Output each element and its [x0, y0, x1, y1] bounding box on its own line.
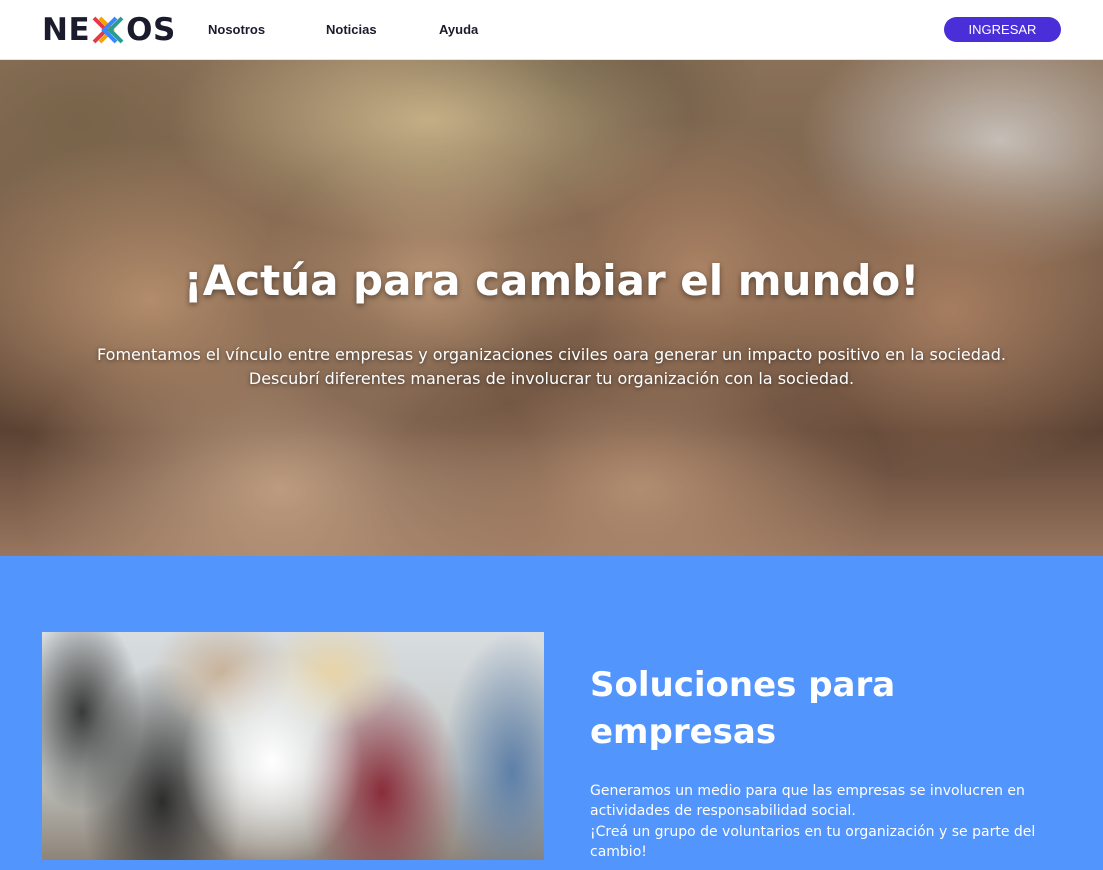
logo-text-left: NE	[42, 12, 91, 48]
hero-subtitle-line1: Fomentamos el vínculo entre empresas y o…	[97, 345, 1006, 364]
hero-image-overlay	[0, 60, 1103, 556]
team-photo	[42, 632, 544, 860]
logo-x-mark-icon	[92, 16, 124, 44]
nexos-logo[interactable]: NE OS	[42, 12, 176, 48]
hero-subtitle-line2: Descubrí diferentes maneras de involucra…	[248, 369, 855, 388]
solutions-title: Soluciones para empresas	[590, 665, 896, 752]
nav-link-nosotros[interactable]: Nosotros	[208, 22, 265, 37]
solutions-paragraph-2: ¡Creá un grupo de voluntarios en tu orga…	[590, 824, 1036, 860]
solutions-section: Soluciones para empresas Generamos un me…	[0, 556, 1103, 870]
hero-banner: ¡Actúa para cambiar el mundo! Fomentamos…	[0, 60, 1103, 556]
solutions-paragraph-1: Generamos un medio para que las empresas…	[590, 783, 1025, 819]
nav-link-noticias[interactable]: Noticias	[326, 22, 377, 37]
hero-title: ¡Actúa para cambiar el mundo!	[183, 256, 920, 305]
login-button[interactable]: INGRESAR	[944, 17, 1061, 42]
nav-link-ayuda[interactable]: Ayuda	[439, 22, 478, 37]
logo-text-right: OS	[126, 12, 176, 48]
top-navbar: NE OS Nosotros Noticias Ayuda INGRESAR	[0, 0, 1103, 60]
